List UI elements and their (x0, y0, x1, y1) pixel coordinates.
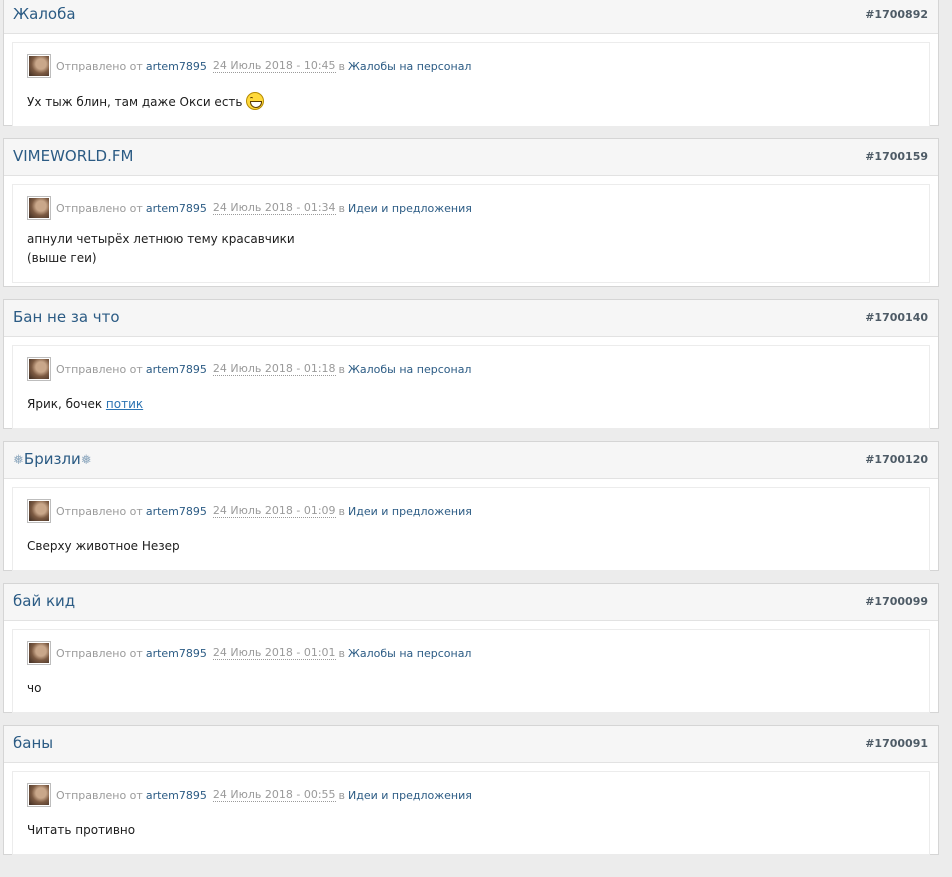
forum-link[interactable]: Идеи и предложения (348, 789, 472, 802)
in-label: в (338, 646, 346, 660)
sent-by-label: Отправлено от (56, 362, 143, 376)
post-title-text: Бризли (23, 450, 81, 468)
post-id[interactable]: #1700892 (865, 8, 928, 21)
post-text-line: (выше геи) (27, 251, 97, 265)
post-meta: Отправлено от artem7895 24 Июль 2018 - 0… (27, 783, 917, 807)
post-title-link[interactable]: Бан не за что (13, 308, 120, 326)
post-content: Читать противно (27, 807, 917, 854)
avatar[interactable] (27, 196, 51, 220)
in-label: в (338, 504, 346, 518)
avatar[interactable] (27, 54, 51, 78)
sent-by-label: Отправлено от (56, 504, 143, 518)
post-date: 24 Июль 2018 - 01:18 (212, 362, 336, 376)
post-body: Отправлено от artem7895 24 Июль 2018 - 0… (12, 345, 930, 429)
post-id[interactable]: #1700091 (865, 737, 928, 750)
avatar[interactable] (27, 499, 51, 523)
post-body: Отправлено от artem7895 24 Июль 2018 - 0… (12, 184, 930, 283)
post-title-link[interactable]: бай кид (13, 592, 75, 610)
author-link[interactable]: artem7895 (146, 789, 207, 802)
author-link[interactable]: artem7895 (146, 647, 207, 660)
post-header: бай кид #1700099 (4, 584, 938, 621)
sent-by-label: Отправлено от (56, 201, 143, 215)
sent-by-label: Отправлено от (56, 59, 143, 73)
post-title-link[interactable]: VIMEWORLD.FM (13, 147, 133, 165)
post-header: Бан не за что #1700140 (4, 300, 938, 337)
post-body: Отправлено от artem7895 24 Июль 2018 - 1… (12, 42, 930, 127)
post-title-link[interactable]: баны (13, 734, 53, 752)
post-body: Отправлено от artem7895 24 Июль 2018 - 0… (12, 487, 930, 571)
avatar[interactable] (27, 783, 51, 807)
post-content: апнули четырёх летнюю тему красавчики (в… (27, 220, 917, 282)
post-text: Ярик, бочек (27, 397, 103, 411)
post-date: 24 Июль 2018 - 01:01 (212, 646, 336, 660)
in-label: в (338, 362, 346, 376)
forum-link[interactable]: Идеи и предложения (348, 505, 472, 518)
in-label: в (338, 788, 346, 802)
post-content: Сверху животное Незер (27, 523, 917, 570)
sent-by-label: Отправлено от (56, 788, 143, 802)
post-id[interactable]: #1700099 (865, 595, 928, 608)
in-label: в (338, 201, 346, 215)
post-title-link[interactable]: ❅Бризли❅ (13, 450, 92, 468)
post-meta: Отправлено от artem7895 24 Июль 2018 - 0… (27, 196, 917, 220)
post-header: баны #1700091 (4, 726, 938, 763)
post-text-line: апнули четырёх летнюю тему красавчики (27, 232, 295, 246)
author-link[interactable]: artem7895 (146, 363, 207, 376)
forum-link[interactable]: Идеи и предложения (348, 202, 472, 215)
post-meta: Отправлено от artem7895 24 Июль 2018 - 0… (27, 357, 917, 381)
author-link[interactable]: artem7895 (146, 60, 207, 73)
post-date: 24 Июль 2018 - 01:34 (212, 201, 336, 215)
post-date: 24 Июль 2018 - 00:55 (212, 788, 336, 802)
avatar[interactable] (27, 641, 51, 665)
post-card: VIMEWORLD.FM #1700159 Отправлено от arte… (3, 138, 939, 287)
post-body: Отправлено от artem7895 24 Июль 2018 - 0… (12, 771, 930, 855)
post-card: бай кид #1700099 Отправлено от artem7895… (3, 583, 939, 713)
post-date: 24 Июль 2018 - 10:45 (212, 59, 336, 73)
post-card: Жалоба #1700892 Отправлено от artem7895 … (3, 0, 939, 127)
post-meta: Отправлено от artem7895 24 Июль 2018 - 0… (27, 641, 917, 665)
post-header: VIMEWORLD.FM #1700159 (4, 139, 938, 176)
avatar[interactable] (27, 357, 51, 381)
post-card: Бан не за что #1700140 Отправлено от art… (3, 299, 939, 429)
forum-link[interactable]: Жалобы на персонал (348, 60, 471, 73)
post-content: чо (27, 665, 917, 712)
in-label: в (338, 59, 346, 73)
author-link[interactable]: artem7895 (146, 505, 207, 518)
snowflake-icon: ❅ (13, 453, 24, 468)
post-text: Сверху животное Незер (27, 539, 180, 553)
post-content: Ярик, бочек потик (27, 381, 917, 428)
post-id[interactable]: #1700120 (865, 453, 928, 466)
post-id[interactable]: #1700140 (865, 311, 928, 324)
post-text: Ух тыж блин, там даже Окси есть (27, 95, 243, 109)
post-title-link[interactable]: Жалоба (13, 5, 76, 23)
post-header: ❅Бризли❅ #1700120 (4, 442, 938, 479)
post-header: Жалоба #1700892 (4, 0, 938, 34)
forum-link[interactable]: Жалобы на персонал (348, 647, 471, 660)
post-card: ❅Бризли❅ #1700120 Отправлено от artem789… (3, 441, 939, 571)
forum-link[interactable]: Жалобы на персонал (348, 363, 471, 376)
post-meta: Отправлено от artem7895 24 Июль 2018 - 1… (27, 54, 917, 78)
post-content: Ух тыж блин, там даже Окси есть (27, 78, 917, 126)
big-grin-smiley-icon (246, 92, 265, 110)
post-id[interactable]: #1700159 (865, 150, 928, 163)
snowflake-icon: ❅ (80, 453, 92, 468)
sent-by-label: Отправлено от (56, 646, 143, 660)
post-body: Отправлено от artem7895 24 Июль 2018 - 0… (12, 629, 930, 713)
post-meta: Отправлено от artem7895 24 Июль 2018 - 0… (27, 499, 917, 523)
post-text: Читать противно (27, 823, 136, 837)
post-card: баны #1700091 Отправлено от artem7895 24… (3, 725, 939, 855)
post-inline-link[interactable]: потик (106, 397, 143, 411)
post-date: 24 Июль 2018 - 01:09 (212, 504, 336, 518)
author-link[interactable]: artem7895 (146, 202, 207, 215)
post-text: чо (27, 681, 42, 695)
